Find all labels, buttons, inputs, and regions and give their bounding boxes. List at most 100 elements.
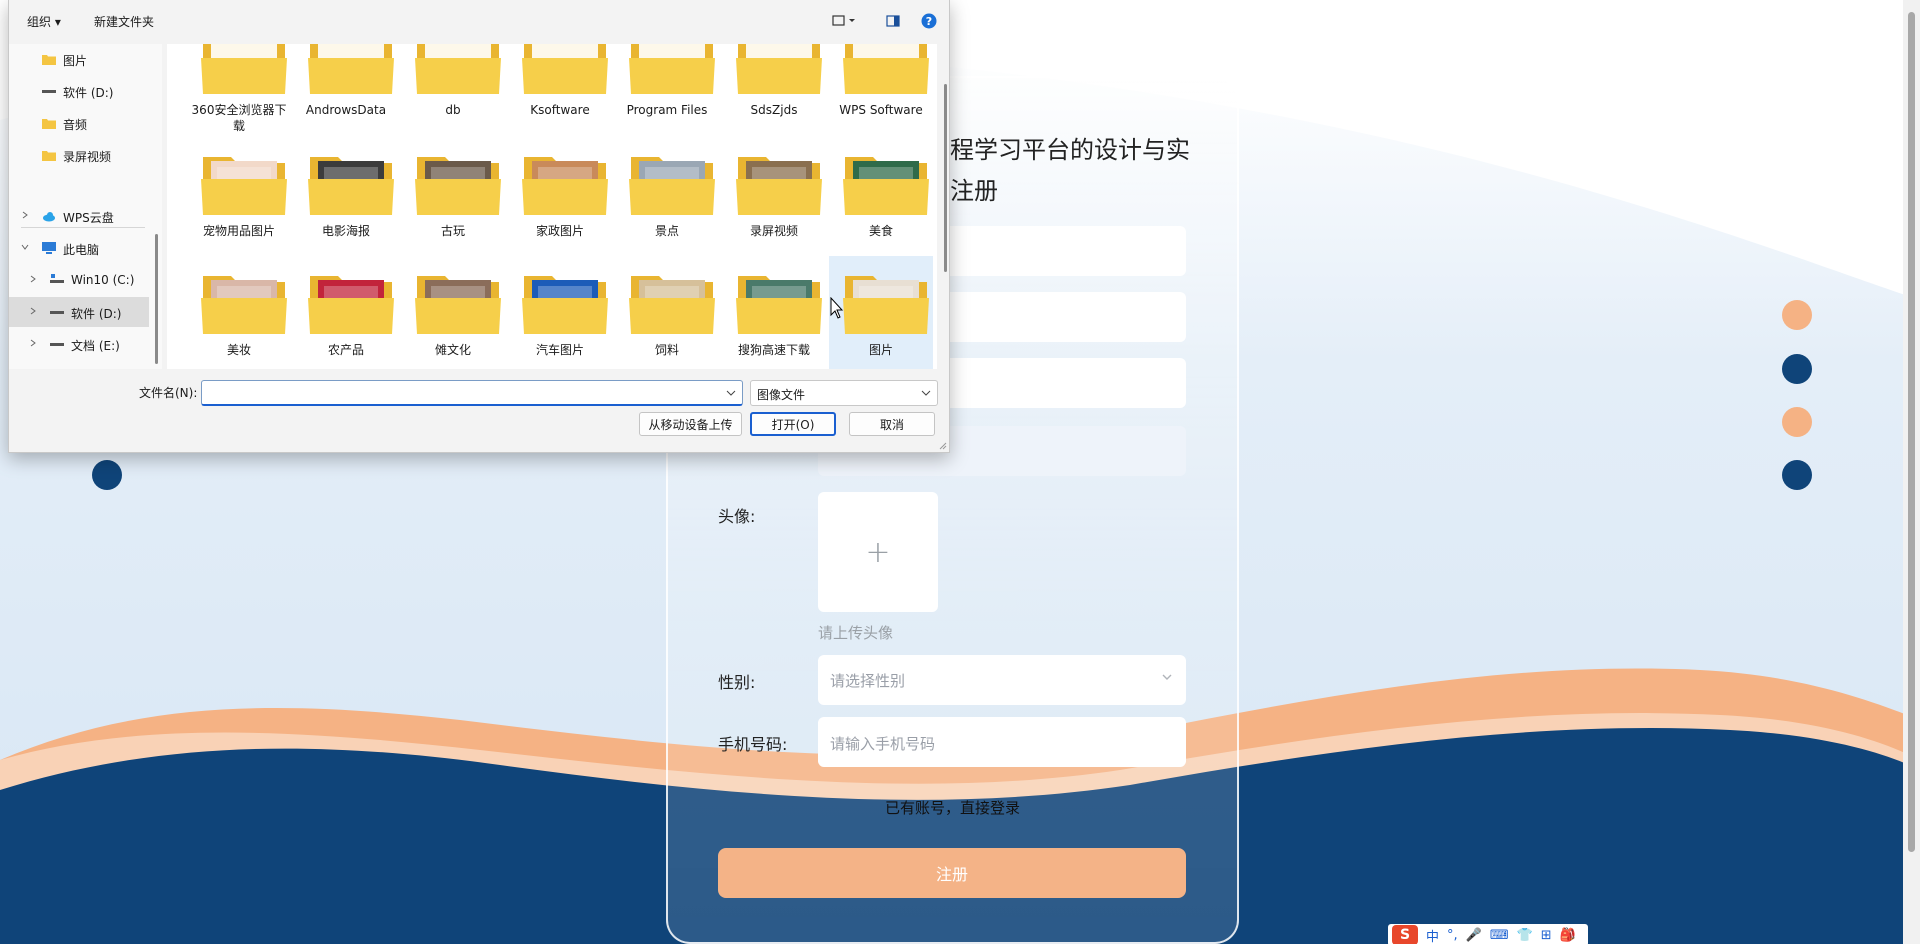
chevron-right-icon[interactable] (29, 307, 37, 315)
nav-item-drive-c[interactable]: Win10 (C:) (9, 265, 149, 295)
folder-item[interactable]: db (401, 44, 505, 132)
chevron-right-icon[interactable] (29, 275, 37, 283)
folder-icon (629, 157, 715, 215)
folder-icon (843, 44, 929, 94)
decor-dot (92, 460, 122, 490)
scrollbar-thumb[interactable] (1908, 12, 1915, 852)
avatar-upload[interactable]: + (818, 492, 938, 612)
nav-scrollbar[interactable] (155, 234, 158, 364)
folder-icon (629, 44, 715, 94)
folder-name: 宠物用品图片 (202, 224, 275, 238)
folder-item[interactable]: 360安全浏览器下载 (187, 44, 291, 133)
open-button[interactable]: 打开(O) (750, 412, 836, 436)
preview-pane-icon[interactable] (886, 14, 900, 28)
folder-icon (736, 157, 822, 215)
folder-item[interactable]: 农产品 (294, 256, 398, 369)
folder-item[interactable]: 宠物用品图片 (187, 137, 291, 253)
nav-item-wps-cloud[interactable]: WPS云盘 (9, 201, 149, 231)
ime-mode[interactable]: 中 (1426, 926, 1439, 944)
view-mode-icon[interactable] (832, 14, 858, 28)
help-icon[interactable]: ? (921, 13, 937, 29)
chevron-down-icon (1162, 674, 1172, 680)
nav-item-drive-e[interactable]: 文档 (E:) (9, 329, 149, 359)
toolbox-icon[interactable]: 🎒 (1560, 928, 1576, 943)
folder-icon (308, 276, 394, 334)
skin-icon[interactable]: 👕 (1517, 928, 1533, 943)
nav-item-drive-d[interactable]: 软件 (D:) (9, 76, 149, 106)
login-link[interactable]: 已有账号，直接登录 (666, 797, 1239, 818)
folder-item[interactable]: 美妆 (187, 256, 291, 369)
nav-item-drive-d[interactable]: 软件 (D:) (9, 297, 149, 327)
folder-name: 饲料 (654, 343, 679, 357)
folder-icon (42, 119, 56, 129)
folder-name: 傩文化 (434, 343, 471, 357)
chevron-down-icon[interactable] (21, 243, 29, 251)
folder-icon (522, 44, 608, 94)
files-scrollbar[interactable] (944, 84, 947, 272)
nav-item-pictures[interactable]: 图片 (9, 44, 149, 74)
filetype-value: 图像文件 (757, 388, 806, 402)
folder-item[interactable]: SdsZjds (722, 44, 826, 132)
folder-icon (522, 276, 608, 334)
chevron-right-icon[interactable] (21, 211, 29, 219)
decor-dot (1782, 407, 1812, 437)
folder-name: SdsZjds (750, 103, 798, 117)
microphone-icon[interactable]: 🎤 (1466, 928, 1482, 943)
filetype-select[interactable]: 图像文件 (750, 380, 938, 406)
ime-punct-icon[interactable]: °, (1447, 928, 1458, 943)
upload-from-mobile-button[interactable]: 从移动设备上传 (639, 412, 742, 436)
keyboard-icon[interactable]: ⌨ (1490, 928, 1509, 943)
resize-grip-icon[interactable] (937, 440, 947, 450)
cloud-icon (43, 212, 55, 222)
cancel-button[interactable]: 取消 (849, 412, 935, 436)
nav-item-screen-recordings[interactable]: 录屏视频 (9, 140, 149, 170)
folder-item[interactable]: 搜狗高速下载 (722, 256, 826, 369)
folder-icon (201, 157, 287, 215)
folder-name: 图片 (868, 343, 893, 357)
folder-icon (308, 157, 394, 215)
page-title: 程学习平台的设计与实 (950, 136, 1190, 164)
page-scrollbar[interactable] (1903, 0, 1920, 944)
folder-name: 古玩 (440, 224, 465, 238)
plus-icon: + (865, 534, 891, 570)
folder-item[interactable]: 美食 (829, 137, 933, 253)
folder-item[interactable]: Program Files (615, 44, 719, 132)
decor-dot (1782, 300, 1812, 330)
folder-item[interactable]: 饲料 (615, 256, 719, 369)
folder-item[interactable]: 古玩 (401, 137, 505, 253)
grid-icon[interactable]: ⊞ (1541, 928, 1552, 943)
navigation-pane: 图片 软件 (D:) 音频 录屏视频 WPS云盘 此电脑 Win10 (C:) … (9, 44, 162, 369)
avatar-label: 头像: (718, 507, 756, 526)
chevron-right-icon[interactable] (29, 339, 37, 347)
folder-name: 家政图片 (535, 224, 584, 238)
folder-name: db (445, 103, 461, 117)
folder-icon (522, 157, 608, 215)
folder-icon (42, 151, 56, 161)
folder-item[interactable]: 家政图片 (508, 137, 612, 253)
folder-item[interactable]: Ksoftware (508, 44, 612, 132)
chevron-down-icon[interactable] (726, 389, 736, 397)
folder-item[interactable]: AndrowsData (294, 44, 398, 132)
nav-item-audio[interactable]: 音频 (9, 108, 149, 138)
folder-icon (843, 157, 929, 215)
folder-item[interactable]: WPS Software (829, 44, 933, 132)
folder-item[interactable]: 景点 (615, 137, 719, 253)
folder-icon (415, 157, 501, 215)
filename-input[interactable] (201, 380, 743, 406)
mouse-cursor-icon (830, 297, 844, 319)
folder-icon (415, 44, 501, 94)
folder-item[interactable]: 傩文化 (401, 256, 505, 369)
folder-name: Ksoftware (530, 103, 590, 117)
folder-item[interactable]: 汽车图片 (508, 256, 612, 369)
new-folder-button[interactable]: 新建文件夹 (94, 13, 154, 30)
nav-item-this-pc[interactable]: 此电脑 (9, 233, 149, 263)
folder-name: 汽车图片 (535, 343, 584, 357)
phone-label: 手机号码: (718, 735, 788, 754)
folder-item[interactable]: 电影海报 (294, 137, 398, 253)
folder-item[interactable]: 录屏视频 (722, 137, 826, 253)
ime-toolbar[interactable]: S 中 °, 🎤 ⌨ 👕 ⊞ 🎒 (1388, 924, 1588, 944)
folder-icon (201, 276, 287, 334)
register-button[interactable]: 注册 (718, 848, 1186, 898)
organize-button[interactable]: 组织 ▾ (27, 13, 61, 30)
folder-name: 农产品 (327, 343, 364, 357)
